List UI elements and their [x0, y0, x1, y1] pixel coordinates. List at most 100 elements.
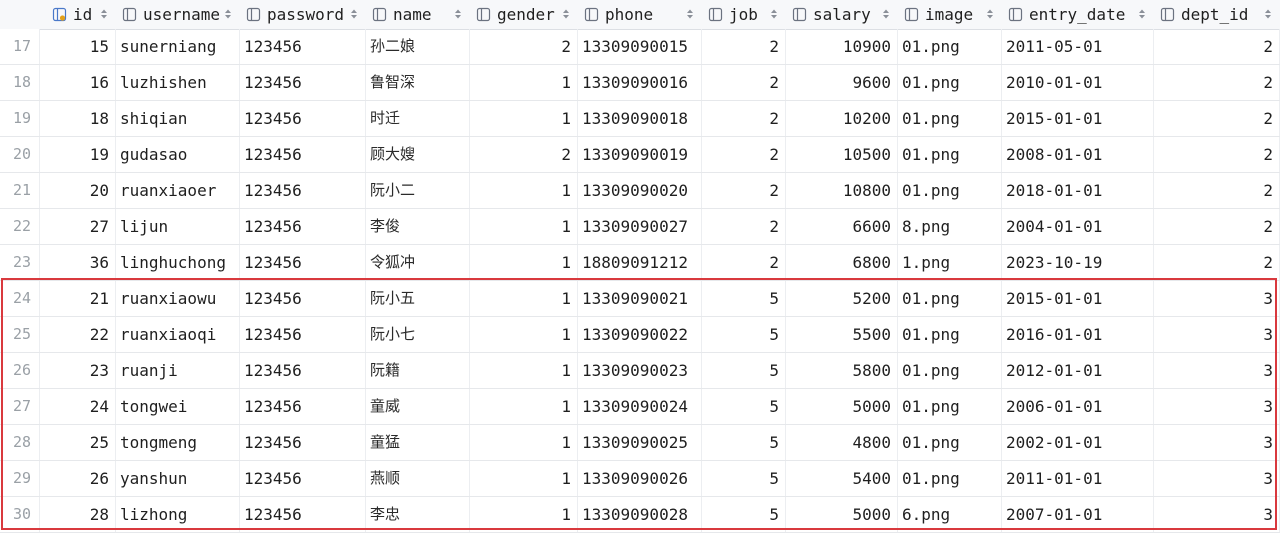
cell-image[interactable]: 1.png [898, 245, 1002, 280]
cell-salary[interactable]: 10500 [786, 137, 898, 172]
cell-password[interactable]: 123456 [240, 137, 366, 172]
cell-dept-id[interactable]: 3 [1154, 317, 1280, 352]
cell-id[interactable]: 27 [40, 209, 116, 244]
cell-name[interactable]: 鲁智深 [366, 65, 470, 100]
column-header-id[interactable]: id [46, 0, 116, 29]
table-row[interactable]: 25 22 ruanxiaoqi 123456 阮小七 1 13309090022 5 5500… [0, 317, 1280, 353]
cell-phone[interactable]: 13309090024 [578, 389, 702, 424]
cell-name[interactable]: 童猛 [366, 425, 470, 460]
cell-dept-id[interactable]: 2 [1154, 173, 1280, 208]
cell-password[interactable]: 123456 [240, 173, 366, 208]
cell-image[interactable]: 01.png [898, 353, 1002, 388]
row-number[interactable]: 20 [0, 137, 40, 172]
cell-job[interactable]: 2 [702, 173, 786, 208]
cell-gender[interactable]: 1 [470, 173, 578, 208]
cell-username[interactable]: ruanxiaoqi [116, 317, 240, 352]
cell-name[interactable]: 李俊 [366, 209, 470, 244]
cell-password[interactable]: 123456 [240, 353, 366, 388]
sort-icon[interactable] [454, 8, 462, 20]
cell-job[interactable]: 5 [702, 425, 786, 460]
cell-name[interactable]: 孙二娘 [366, 29, 470, 64]
cell-entry-date[interactable]: 2011-05-01 [1002, 29, 1154, 64]
cell-image[interactable]: 01.png [898, 173, 1002, 208]
cell-image[interactable]: 01.png [898, 137, 1002, 172]
cell-image[interactable]: 01.png [898, 281, 1002, 316]
cell-gender[interactable]: 1 [470, 281, 578, 316]
cell-password[interactable]: 123456 [240, 317, 366, 352]
cell-job[interactable]: 2 [702, 65, 786, 100]
table-row[interactable]: 21 20 ruanxiaoer 123456 阮小二 1 13309090020 2 1080… [0, 173, 1280, 209]
cell-phone[interactable]: 13309090022 [578, 317, 702, 352]
cell-phone[interactable]: 13309090025 [578, 425, 702, 460]
table-row[interactable]: 29 26 yanshun 123456 燕顺 1 13309090026 5 5400 01.p… [0, 461, 1280, 497]
cell-gender[interactable]: 1 [470, 461, 578, 496]
row-number[interactable]: 27 [0, 389, 40, 424]
cell-gender[interactable]: 1 [470, 209, 578, 244]
sort-icon[interactable] [1264, 8, 1272, 20]
cell-gender[interactable]: 2 [470, 137, 578, 172]
cell-password[interactable]: 123456 [240, 29, 366, 64]
column-header-salary[interactable]: salary [786, 0, 898, 29]
cell-id[interactable]: 20 [40, 173, 116, 208]
cell-dept-id[interactable]: 3 [1154, 497, 1280, 532]
cell-password[interactable]: 123456 [240, 281, 366, 316]
cell-phone[interactable]: 13309090027 [578, 209, 702, 244]
cell-job[interactable]: 2 [702, 137, 786, 172]
row-number[interactable]: 28 [0, 425, 40, 460]
cell-salary[interactable]: 9600 [786, 65, 898, 100]
cell-job[interactable]: 5 [702, 497, 786, 532]
row-number[interactable]: 17 [0, 29, 40, 64]
cell-gender[interactable]: 1 [470, 497, 578, 532]
cell-dept-id[interactable]: 3 [1154, 425, 1280, 460]
cell-image[interactable]: 01.png [898, 29, 1002, 64]
row-number[interactable]: 22 [0, 209, 40, 244]
column-header-username[interactable]: username [116, 0, 240, 29]
cell-job[interactable]: 5 [702, 389, 786, 424]
cell-entry-date[interactable]: 2010-01-01 [1002, 65, 1154, 100]
row-number[interactable]: 21 [0, 173, 40, 208]
cell-id[interactable]: 21 [40, 281, 116, 316]
sort-icon[interactable] [562, 8, 570, 20]
cell-password[interactable]: 123456 [240, 209, 366, 244]
row-number[interactable]: 18 [0, 65, 40, 100]
cell-job[interactable]: 2 [702, 101, 786, 136]
cell-dept-id[interactable]: 3 [1154, 389, 1280, 424]
cell-password[interactable]: 123456 [240, 245, 366, 280]
cell-salary[interactable]: 5200 [786, 281, 898, 316]
cell-name[interactable]: 阮小七 [366, 317, 470, 352]
column-header-dept-id[interactable]: dept_id [1154, 0, 1280, 29]
cell-name[interactable]: 阮籍 [366, 353, 470, 388]
cell-name[interactable]: 顾大嫂 [366, 137, 470, 172]
cell-id[interactable]: 23 [40, 353, 116, 388]
cell-job[interactable]: 2 [702, 245, 786, 280]
cell-salary[interactable]: 5000 [786, 389, 898, 424]
column-header-password[interactable]: password [240, 0, 366, 29]
cell-dept-id[interactable]: 3 [1154, 281, 1280, 316]
cell-salary[interactable]: 4800 [786, 425, 898, 460]
cell-salary[interactable]: 6600 [786, 209, 898, 244]
cell-id[interactable]: 19 [40, 137, 116, 172]
cell-username[interactable]: tongwei [116, 389, 240, 424]
cell-gender[interactable]: 1 [470, 245, 578, 280]
cell-username[interactable]: lijun [116, 209, 240, 244]
cell-image[interactable]: 01.png [898, 101, 1002, 136]
table-row[interactable]: 28 25 tongmeng 123456 童猛 1 13309090025 5 4800 01.… [0, 425, 1280, 461]
cell-phone[interactable]: 13309090020 [578, 173, 702, 208]
cell-name[interactable]: 燕顺 [366, 461, 470, 496]
cell-username[interactable]: tongmeng [116, 425, 240, 460]
cell-username[interactable]: linghuchong [116, 245, 240, 280]
column-header-entry-date[interactable]: entry_date [1002, 0, 1154, 29]
cell-dept-id[interactable]: 3 [1154, 353, 1280, 388]
cell-job[interactable]: 5 [702, 353, 786, 388]
cell-phone[interactable]: 13309090016 [578, 65, 702, 100]
cell-gender[interactable]: 1 [470, 353, 578, 388]
cell-id[interactable]: 26 [40, 461, 116, 496]
cell-job[interactable]: 5 [702, 317, 786, 352]
cell-gender[interactable]: 1 [470, 65, 578, 100]
cell-salary[interactable]: 10800 [786, 173, 898, 208]
table-row[interactable]: 20 19 gudasao 123456 顾大嫂 2 13309090019 2 10500 01… [0, 137, 1280, 173]
cell-gender[interactable]: 1 [470, 389, 578, 424]
table-row[interactable]: 22 27 lijun 123456 李俊 1 13309090027 2 6600 8.png 2… [0, 209, 1280, 245]
cell-id[interactable]: 28 [40, 497, 116, 532]
cell-image[interactable]: 6.png [898, 497, 1002, 532]
